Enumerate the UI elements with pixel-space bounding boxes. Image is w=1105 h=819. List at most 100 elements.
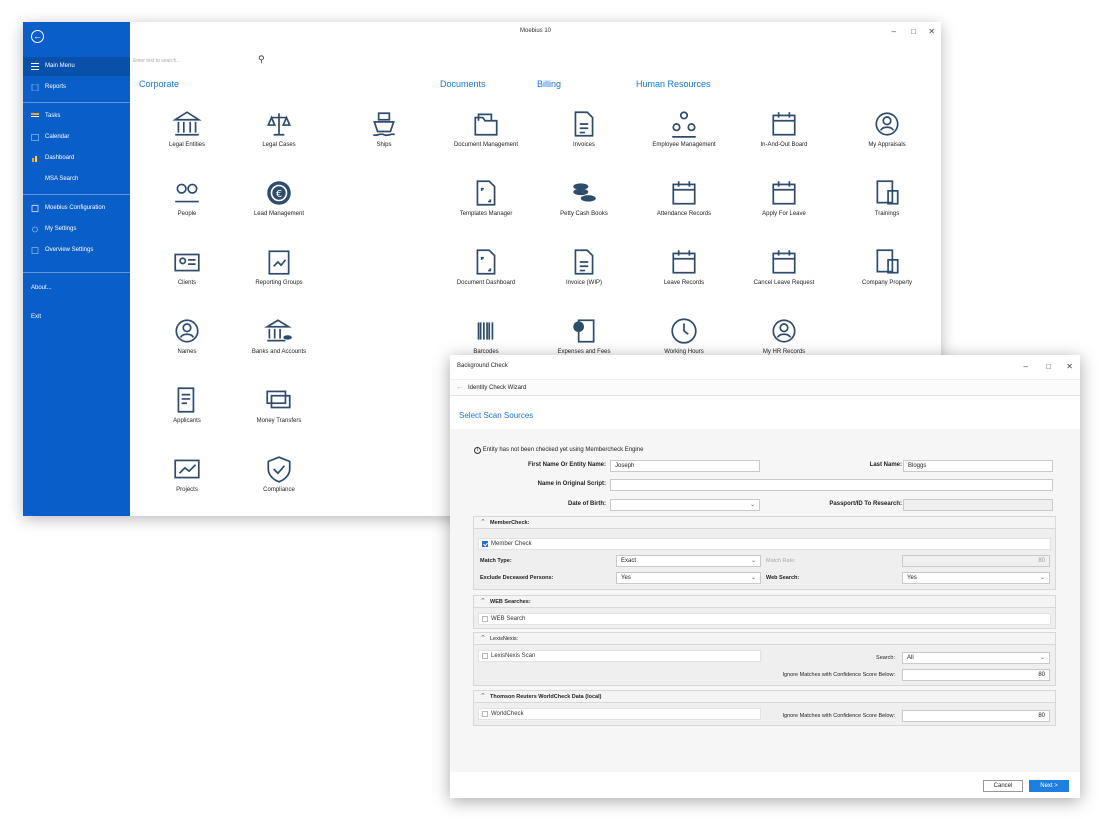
next-button[interactable]: Next >: [1029, 780, 1069, 792]
tile-trainings[interactable]: Trainings: [831, 178, 941, 238]
tile-ships[interactable]: Ships: [328, 109, 440, 169]
worldcheck-row[interactable]: WorldCheck: [478, 708, 761, 720]
worldcheck-ignore-field[interactable]: 80: [902, 710, 1050, 722]
dob-label: Date of Birth:: [568, 501, 606, 507]
cancel-button[interactable]: Cancel: [983, 780, 1023, 792]
chevron-up-icon[interactable]: ⌃: [480, 517, 486, 529]
lexisnexis-row[interactable]: LexisNexis Scan: [478, 650, 761, 662]
tile-in-and-out-board[interactable]: In-And-Out Board: [728, 109, 840, 169]
close-icon[interactable]: ✕: [1066, 362, 1073, 371]
folder-icon: [474, 113, 498, 136]
sidebar-item-exit[interactable]: Exit: [23, 308, 130, 327]
sidebar-item-label: Calendar: [45, 134, 70, 140]
tasks-icon: [31, 113, 39, 117]
search-icon[interactable]: ⚲: [258, 54, 265, 65]
dob-picker[interactable]: ⌄: [610, 499, 760, 511]
barcode-icon: [477, 322, 494, 340]
sidebar-item-overview-settings[interactable]: Overview Settings: [23, 241, 130, 260]
chevron-down-icon[interactable]: ⌄: [1040, 653, 1045, 663]
first-name-field[interactable]: Joseph: [610, 460, 760, 472]
people-icon: [175, 183, 199, 203]
sidebar-item-my-settings[interactable]: My Settings: [23, 220, 130, 239]
tile-document-management[interactable]: Document Management: [430, 109, 542, 169]
web-searches-title: WEB Searches:: [490, 599, 531, 605]
sidebar-item-configuration[interactable]: Moebius Configuration: [23, 199, 130, 218]
member-check-row[interactable]: Member Check: [478, 538, 1051, 550]
tile-attendance-records[interactable]: Attendance Records: [628, 178, 740, 238]
tile-lead-management[interactable]: € Lead Management: [223, 178, 335, 238]
web-search-select[interactable]: Yes ⌄: [902, 572, 1050, 584]
lexisnexis-checkbox[interactable]: [482, 653, 488, 659]
web-search-checkbox[interactable]: [482, 616, 488, 622]
sidebar-item-label: Tasks: [45, 113, 61, 119]
lexisnexis-ignore-field[interactable]: 80: [902, 669, 1050, 681]
sidebar-item-dashboard[interactable]: Dashboard: [23, 149, 130, 168]
sidebar-item-label: MSA Search: [45, 176, 79, 182]
tile-cancel-leave-request[interactable]: Cancel Leave Request: [728, 247, 840, 307]
applicants-icon: [177, 387, 195, 413]
tile-employee-management[interactable]: Employee Management: [628, 109, 740, 169]
sidebar-item-label: Dashboard: [45, 155, 75, 161]
tile-compliance[interactable]: Compliance: [223, 454, 335, 514]
match-type-select[interactable]: Exact ⌄: [616, 555, 761, 567]
back-arrow-icon[interactable]: ←: [456, 380, 463, 396]
minimize-icon[interactable]: –: [892, 27, 896, 36]
tile-company-property[interactable]: Company Property: [831, 247, 941, 307]
tile-my-appraisals[interactable]: My Appraisals: [831, 109, 941, 169]
clock-icon: [671, 318, 697, 344]
tile-reporting-groups[interactable]: Reporting Groups: [223, 247, 335, 307]
maximize-icon[interactable]: □: [911, 27, 916, 36]
tile-petty-cash-books[interactable]: Petty Cash Books: [528, 178, 640, 238]
org-chart-icon: [672, 111, 696, 138]
exclude-deceased-select[interactable]: Yes ⌄: [616, 572, 761, 584]
web-searches-header[interactable]: ⌃ WEB Searches:: [474, 596, 1055, 608]
tile-templates-manager[interactable]: Templates Manager: [430, 178, 542, 238]
tile-invoice-wip[interactable]: Invoice (WIP): [528, 247, 640, 307]
tile-label: Invoices: [572, 142, 595, 148]
passport-label: Passport/ID To Research:: [829, 501, 902, 507]
chevron-down-icon[interactable]: ⌄: [750, 500, 755, 510]
maximize-icon[interactable]: □: [1046, 362, 1051, 371]
tile-apply-for-leave[interactable]: Apply For Leave: [728, 178, 840, 238]
lexisnexis-header[interactable]: ⌃ LexisNexis:: [474, 633, 1055, 645]
tile-banks-and-accounts[interactable]: Banks and Accounts: [223, 316, 335, 376]
worldcheck-header[interactable]: ⌃ Thomson Reuters WorldCheck Data (local…: [474, 691, 1055, 703]
back-icon[interactable]: ←: [31, 30, 44, 43]
tile-legal-cases[interactable]: Legal Cases: [223, 109, 335, 169]
coins-icon: [573, 183, 596, 202]
tile-label: Reporting Groups: [255, 280, 303, 286]
template-icon: [476, 180, 496, 206]
sidebar-item-tasks[interactable]: Tasks: [23, 107, 130, 126]
chevron-down-icon[interactable]: ⌄: [751, 556, 756, 566]
chevron-up-icon[interactable]: ⌃: [480, 633, 486, 645]
tile-document-dashboard[interactable]: Document Dashboard: [430, 247, 542, 307]
member-check-checkbox[interactable]: [482, 541, 488, 547]
passport-field[interactable]: [903, 499, 1053, 511]
tile-invoices[interactable]: Invoices: [528, 109, 640, 169]
match-rate-field[interactable]: 80: [902, 555, 1050, 567]
sidebar-item-about[interactable]: About...: [23, 279, 130, 298]
sidebar-item-main-menu[interactable]: Main Menu: [23, 57, 130, 76]
chevron-down-icon[interactable]: ⌄: [751, 573, 756, 583]
search-select[interactable]: All ⌄: [902, 652, 1050, 664]
sidebar-item-calendar[interactable]: Calendar: [23, 128, 130, 147]
original-script-field[interactable]: [610, 479, 1053, 491]
minimize-icon[interactable]: –: [1024, 362, 1028, 371]
sidebar-item-reports[interactable]: Reports: [23, 78, 130, 97]
sidebar-item-msa-search[interactable]: MSA Search: [23, 170, 130, 189]
membercheck-header[interactable]: ⌃ MemberCheck:: [474, 517, 1055, 529]
invoice-add-icon: [574, 249, 594, 275]
sidebar-divider: [23, 102, 130, 103]
tile-leave-records[interactable]: Leave Records: [628, 247, 740, 307]
tile-money-transfers[interactable]: Money Transfers: [223, 385, 335, 445]
last-name-field[interactable]: Bloggs: [903, 460, 1053, 472]
worldcheck-checkbox[interactable]: [482, 711, 488, 717]
chevron-up-icon[interactable]: ⌃: [480, 691, 486, 703]
sidebar-item-label: Reports: [45, 84, 67, 90]
search-input[interactable]: Enter text to search...: [130, 55, 265, 68]
attendance-icon: [672, 181, 696, 205]
web-search-row[interactable]: WEB Search: [478, 613, 1051, 625]
chevron-down-icon[interactable]: ⌄: [1040, 573, 1045, 583]
chevron-up-icon[interactable]: ⌃: [480, 596, 486, 608]
close-icon[interactable]: ✕: [928, 27, 935, 36]
